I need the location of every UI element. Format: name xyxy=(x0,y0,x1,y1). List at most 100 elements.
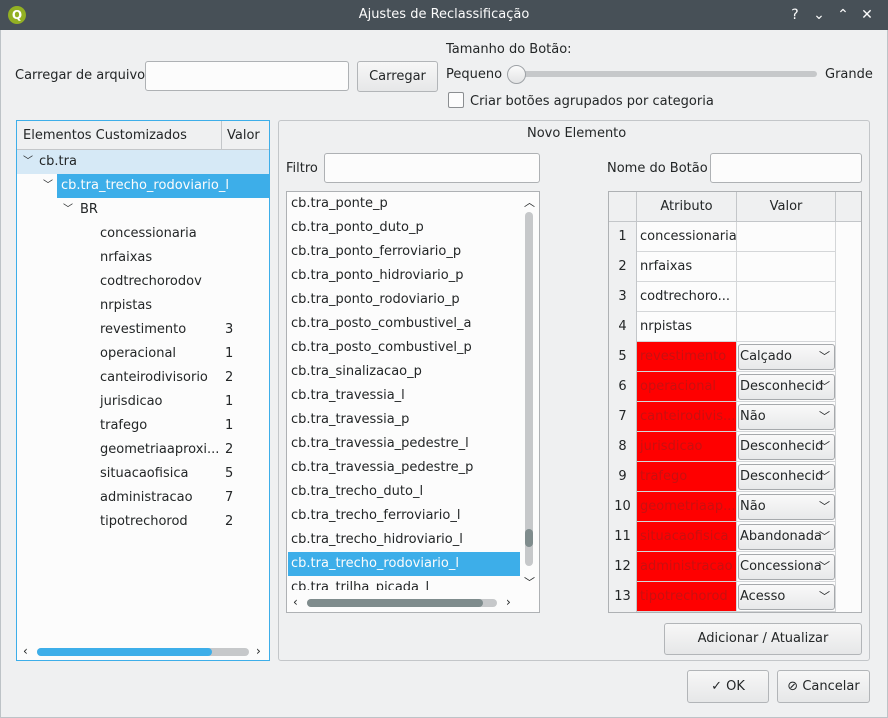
list-item[interactable]: cb.tra_ponto_duto_p xyxy=(288,216,520,240)
column-header-value[interactable]: Valor xyxy=(737,192,836,222)
list-item[interactable]: cb.tra_ponto_hidroviario_p xyxy=(288,264,520,288)
list-vscrollbar[interactable] xyxy=(525,212,533,566)
list-item[interactable]: cb.tra_travessia_l xyxy=(288,384,520,408)
list-item[interactable]: cb.tra_trilha_picada_l xyxy=(288,576,520,590)
scroll-up-icon[interactable]: ︿ xyxy=(524,194,535,210)
chevron-down-icon[interactable]: ﹀ xyxy=(819,585,830,609)
tree-header-elements[interactable]: Elementos Customizados xyxy=(23,128,187,143)
chevron-down-icon[interactable]: ﹀ xyxy=(819,555,830,579)
tree-row-root[interactable]: ﹀ cb.tra xyxy=(17,150,269,174)
maximize-icon[interactable]: ⌃ xyxy=(833,5,853,25)
list-item[interactable]: cb.tra_posto_combustivel_a xyxy=(288,312,520,336)
chevron-down-icon[interactable]: ﹀ xyxy=(819,375,830,399)
list-item[interactable]: cb.tra_trecho_ferroviario_l xyxy=(288,504,520,528)
custom-elements-tree[interactable]: Elementos Customizados Valor ﹀ cb.tra cb… xyxy=(16,120,270,661)
column-header-attribute[interactable]: Atributo xyxy=(637,192,737,222)
table-cell-attribute[interactable]: canteirodivis... xyxy=(637,402,737,432)
table-cell-attribute[interactable]: codtrechoro... xyxy=(637,282,737,312)
minimize-icon[interactable]: ⌄ xyxy=(809,5,829,25)
chevron-down-icon[interactable]: ﹀ xyxy=(819,435,830,459)
chevron-down-icon[interactable]: ﹀ xyxy=(63,198,73,222)
chevron-down-icon[interactable]: ﹀ xyxy=(819,495,830,519)
tree-row-child[interactable]: cb.tra_trecho_rodoviario_l xyxy=(57,174,269,198)
table-cell-attribute[interactable]: geometriaap... xyxy=(637,492,737,522)
tree-item-label[interactable]: tipotrechorod xyxy=(100,510,188,534)
list-item[interactable]: cb.tra_ponte_p xyxy=(288,192,520,216)
chevron-down-icon[interactable]: ﹀ xyxy=(23,150,33,174)
table-cell-value[interactable] xyxy=(737,312,836,342)
scroll-right-icon[interactable]: › xyxy=(506,595,511,609)
cancel-button[interactable]: ⊘ Cancelar xyxy=(777,670,870,703)
scroll-right-icon[interactable]: › xyxy=(256,644,261,658)
tree-item-label[interactable]: revestimento xyxy=(100,318,186,342)
layer-list[interactable]: cb.tra_ponte_p cb.tra_ponto_duto_p cb.tr… xyxy=(286,191,540,613)
attribute-table[interactable]: Atributo Valor 1 concessionaria 2 nrfaix… xyxy=(608,191,862,613)
tree-item-label[interactable]: concessionaria xyxy=(100,222,197,246)
scroll-down-icon[interactable]: ﹀ xyxy=(524,574,535,590)
chevron-down-icon[interactable]: ﹀ xyxy=(819,405,830,429)
tree-item-label[interactable]: canteirodivisorio xyxy=(100,366,208,390)
table-cell-attribute[interactable]: nrpistas xyxy=(637,312,737,342)
value-combobox[interactable]: Acesso ﹀ xyxy=(738,584,835,610)
group-by-category-checkbox[interactable] xyxy=(448,92,464,108)
table-cell-value[interactable] xyxy=(737,222,836,252)
add-update-button[interactable]: Adicionar / Atualizar xyxy=(664,623,862,655)
help-icon[interactable]: ? xyxy=(785,5,805,25)
list-item[interactable]: cb.tra_posto_combustivel_p xyxy=(288,336,520,360)
table-cell-value[interactable] xyxy=(737,282,836,312)
tree-item-label[interactable]: nrpistas xyxy=(100,294,152,318)
table-cell-attribute[interactable]: revestimento xyxy=(637,342,737,372)
load-button[interactable]: Carregar xyxy=(357,61,438,92)
value-combobox[interactable]: Desconhecid ﹀ xyxy=(738,434,835,460)
table-cell-value[interactable] xyxy=(737,252,836,282)
list-item[interactable]: cb.tra_travessia_pedestre_l xyxy=(288,432,520,456)
list-item[interactable]: cb.tra_travessia_pedestre_p xyxy=(288,456,520,480)
tree-hscrollbar-handle[interactable] xyxy=(37,648,212,656)
tree-item-label[interactable]: trafego xyxy=(100,414,147,438)
filter-input[interactable] xyxy=(324,153,540,183)
tree-item-label[interactable]: codtrechorodov xyxy=(100,270,202,294)
list-item[interactable]: cb.tra_trecho_duto_l xyxy=(288,480,520,504)
chevron-down-icon[interactable]: ﹀ xyxy=(819,465,830,489)
value-combobox[interactable]: Calçado ﹀ xyxy=(738,344,835,370)
table-cell-attribute[interactable]: trafego xyxy=(637,462,737,492)
scroll-left-icon[interactable]: ‹ xyxy=(293,595,298,609)
size-slider-track[interactable] xyxy=(514,71,817,77)
close-icon[interactable]: ✕ xyxy=(857,5,877,25)
chevron-down-icon[interactable]: ﹀ xyxy=(819,345,830,369)
tree-header-value[interactable]: Valor xyxy=(227,128,260,143)
tree-item-label[interactable]: situacaofisica xyxy=(100,462,188,486)
size-slider-handle[interactable] xyxy=(507,65,526,84)
tree-item-label[interactable]: nrfaixas xyxy=(100,246,152,270)
value-combobox[interactable]: Não ﹀ xyxy=(738,404,835,430)
load-file-input[interactable] xyxy=(145,61,349,91)
list-item[interactable]: cb.tra_ponto_ferroviario_p xyxy=(288,240,520,264)
table-cell-attribute[interactable]: administracao xyxy=(637,552,737,582)
list-vscrollbar-handle[interactable] xyxy=(525,529,533,547)
table-cell-attribute[interactable]: jurisdicao xyxy=(637,432,737,462)
list-hscrollbar-handle[interactable] xyxy=(307,599,483,607)
value-combobox[interactable]: Concessiona ﹀ xyxy=(738,554,835,580)
value-combobox[interactable]: Abandonada ﹀ xyxy=(738,524,835,550)
list-item[interactable]: cb.tra_trecho_hidroviario_l xyxy=(288,528,520,552)
chevron-down-icon[interactable]: ﹀ xyxy=(43,174,53,198)
list-item[interactable]: cb.tra_travessia_p xyxy=(288,408,520,432)
value-combobox[interactable]: Desconhecid ﹀ xyxy=(738,374,835,400)
tree-item-label[interactable]: administracao xyxy=(100,486,193,510)
table-cell-attribute[interactable]: tipotrechorod xyxy=(637,582,737,612)
list-item[interactable]: cb.tra_sinalizacao_p xyxy=(288,360,520,384)
value-combobox[interactable]: Não ﹀ xyxy=(738,494,835,520)
scroll-left-icon[interactable]: ‹ xyxy=(23,644,28,658)
tree-item-label[interactable]: jurisdicao xyxy=(100,390,163,414)
table-cell-attribute[interactable]: nrfaixas xyxy=(637,252,737,282)
tree-item-label[interactable]: operacional xyxy=(100,342,176,366)
list-item[interactable]: cb.tra_ponto_rodoviario_p xyxy=(288,288,520,312)
button-name-input[interactable] xyxy=(710,153,862,183)
table-cell-attribute[interactable]: concessionaria xyxy=(637,222,737,252)
list-item-selected[interactable]: cb.tra_trecho_rodoviario_l xyxy=(288,552,520,576)
table-cell-attribute[interactable]: operacional xyxy=(637,372,737,402)
table-cell-attribute[interactable]: situacaofisica xyxy=(637,522,737,552)
ok-button[interactable]: ✓ OK xyxy=(687,670,769,703)
tree-item-label[interactable]: geometriaaproxi... xyxy=(100,438,219,462)
chevron-down-icon[interactable]: ﹀ xyxy=(819,525,830,549)
